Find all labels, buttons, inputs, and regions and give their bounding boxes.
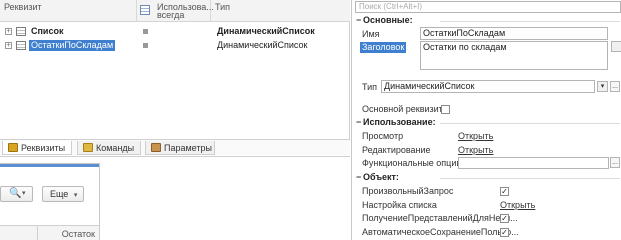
get-presentations-label: ПолучениеПредставленийДляНеви... <box>362 213 518 223</box>
type-select-button[interactable]: ... <box>610 81 620 92</box>
table-icon <box>16 27 26 36</box>
section-title: Объект: <box>363 172 399 182</box>
preview-form: 🔍 ▾ Еще ▾ Остаток <box>0 163 100 240</box>
attribute-name: Список <box>31 26 64 36</box>
section-title: Основные: <box>363 15 413 25</box>
attributes-tabs: Реквизиты Команды Параметры <box>0 139 350 155</box>
column-icon <box>137 0 153 22</box>
table-icon <box>16 41 26 50</box>
properties-panel: Поиск (Ctrl+Alt+I) − Основные: Имя Остат… <box>351 0 621 240</box>
autosave-checkbox[interactable]: ✓ <box>500 228 509 237</box>
view-open-link[interactable]: Открыть <box>458 131 493 142</box>
chevron-down-icon: ▾ <box>22 190 26 197</box>
more-button[interactable]: Еще ▾ <box>42 186 84 202</box>
list-settings-label: Настройка списка <box>362 200 437 210</box>
expand-icon[interactable]: + <box>5 42 12 49</box>
type-field[interactable]: ДинамическийСписок <box>381 80 595 93</box>
column-header-balance[interactable]: Остаток <box>62 229 95 239</box>
tab-parameters[interactable]: Параметры <box>145 141 215 155</box>
always-use-marker[interactable] <box>143 29 148 34</box>
edit-label: Редактирование <box>362 145 431 155</box>
column-requisite[interactable]: Реквизит <box>0 0 137 22</box>
form-preview: 🔍 ▾ Еще ▾ Остаток <box>0 156 350 240</box>
title-label: Заголовок <box>360 42 407 53</box>
name-label: Имя <box>362 29 380 39</box>
section-usage[interactable]: − Использование: <box>352 117 621 128</box>
title-field[interactable]: Остатки по складам <box>420 41 608 70</box>
column-always-use[interactable]: Использова... всегда <box>153 0 214 22</box>
requisites-icon <box>8 143 18 152</box>
divider <box>440 21 620 22</box>
attribute-row[interactable]: + ОстаткиПоСкладам ДинамическийСписок <box>0 39 350 52</box>
column-type[interactable]: Тип <box>211 0 350 22</box>
chevron-down-icon[interactable]: ▾ <box>597 81 608 92</box>
form-title-bar <box>0 164 99 167</box>
autosave-label: АвтоматическоеСохранениеПользо... <box>362 227 519 237</box>
view-label: Просмотр <box>362 131 404 141</box>
functional-options-button[interactable]: ... <box>610 157 620 168</box>
tab-label: Параметры <box>164 143 212 153</box>
language-button[interactable] <box>611 41 621 52</box>
properties-search-input[interactable]: Поиск (Ctrl+Alt+I) <box>355 1 621 13</box>
preview-table-header: Остаток <box>0 225 99 240</box>
get-presentations-checkbox[interactable]: ✓ <box>500 214 509 223</box>
type-label: Тип <box>362 82 378 92</box>
edit-open-link[interactable]: Открыть <box>458 145 493 156</box>
section-basic[interactable]: − Основные: <box>352 15 621 26</box>
commands-icon <box>83 143 93 152</box>
tab-label: Команды <box>96 143 135 153</box>
tab-commands[interactable]: Команды <box>77 141 141 155</box>
custom-query-checkbox[interactable]: ✓ <box>500 187 509 196</box>
attribute-type: ДинамическийСписок <box>217 40 308 50</box>
collapse-icon[interactable]: − <box>356 118 361 127</box>
parameters-icon <box>151 143 161 152</box>
column-divider <box>37 226 38 240</box>
tab-requisites[interactable]: Реквизиты <box>2 141 72 155</box>
attributes-header: Реквизит Использова... всегда Тип <box>0 0 350 22</box>
attributes-panel: Реквизит Использова... всегда Тип + Спис… <box>0 0 350 155</box>
table-icon <box>140 5 150 15</box>
custom-query-label: ПроизвольныйЗапрос <box>362 186 454 196</box>
tab-label: Реквизиты <box>21 143 66 153</box>
divider <box>440 178 620 179</box>
collapse-icon[interactable]: − <box>356 173 361 182</box>
search-icon: 🔍 <box>9 188 22 199</box>
main-attribute-label: Основной реквизит <box>362 104 443 114</box>
functional-options-field[interactable] <box>458 157 609 169</box>
name-field[interactable]: ОстаткиПоСкладам <box>420 27 608 40</box>
search-button[interactable]: 🔍 ▾ <box>0 186 33 202</box>
attribute-type: ДинамическийСписок <box>217 26 315 36</box>
section-object[interactable]: − Объект: <box>352 172 621 183</box>
attribute-row[interactable]: + Список ДинамическийСписок <box>0 25 350 38</box>
attribute-name: ОстаткиПоСкладам <box>29 40 116 51</box>
main-attribute-checkbox[interactable] <box>441 105 450 114</box>
always-use-marker[interactable] <box>143 43 148 48</box>
divider <box>440 123 620 124</box>
section-title: Использование: <box>363 117 436 127</box>
chevron-down-icon: ▾ <box>73 192 78 199</box>
list-settings-open-link[interactable]: Открыть <box>500 200 535 211</box>
collapse-icon[interactable]: − <box>356 16 361 25</box>
functional-options-label: Функциональные опции <box>362 158 462 168</box>
more-label: Еще <box>50 189 69 199</box>
expand-icon[interactable]: + <box>5 28 12 35</box>
